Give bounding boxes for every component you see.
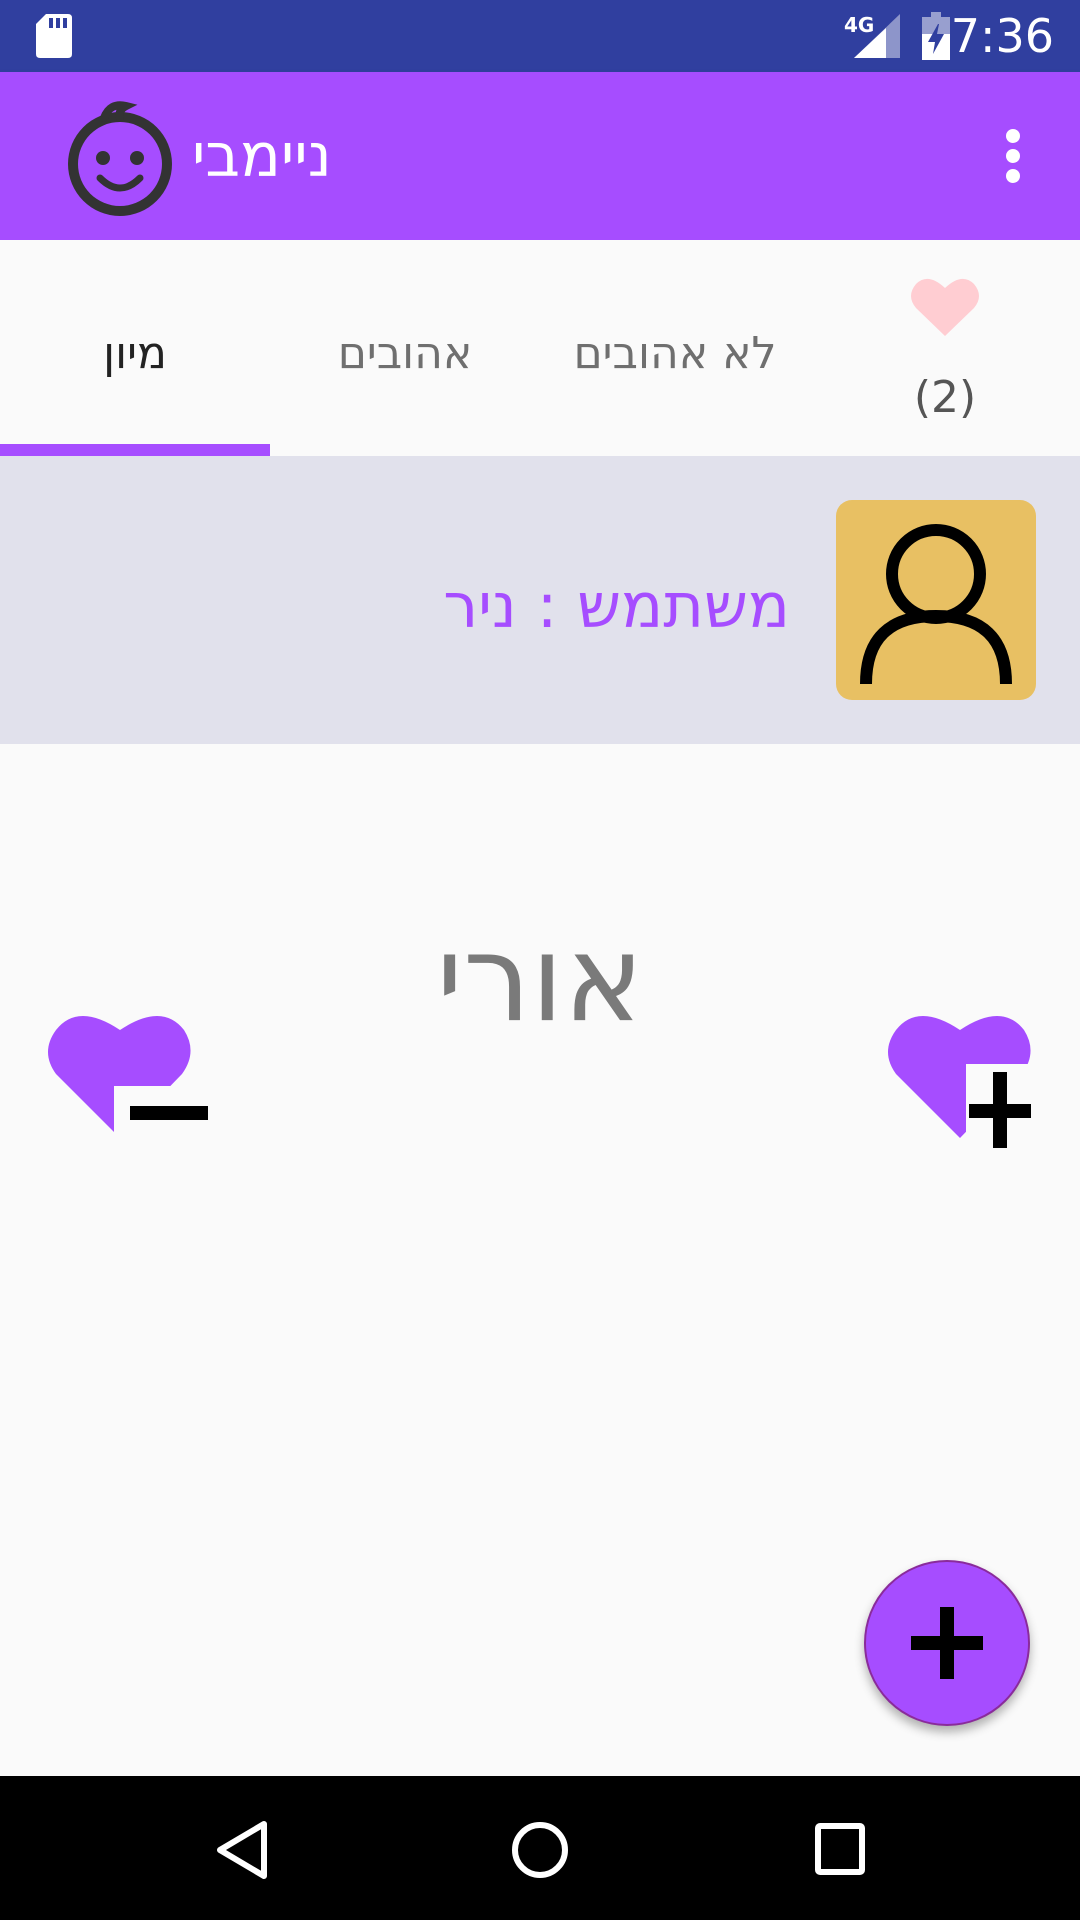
favorites-count: (2) [913, 372, 977, 423]
battery-charging-icon [922, 12, 950, 60]
tab-not-loved[interactable]: לא אהובים [540, 240, 810, 444]
baby-face-icon [68, 101, 172, 216]
person-icon [860, 524, 1012, 684]
tab-loved[interactable]: אהובים [270, 240, 540, 444]
add-name-button[interactable] [864, 1560, 1030, 1726]
back-icon[interactable] [214, 1820, 270, 1880]
tab-bar: מיון אהובים לא אהובים (2) [0, 240, 1080, 456]
user-label: משתמש : ניר [443, 569, 790, 642]
heart-icon [911, 278, 979, 336]
tab-not-loved-label: לא אהובים [573, 328, 777, 379]
tab-loved-label: אהובים [337, 328, 473, 379]
tab-sort-label: מיון [103, 328, 167, 379]
signal-icon [854, 14, 900, 58]
recents-icon[interactable] [814, 1822, 866, 1876]
user-card: משתמש : ניר [0, 456, 1080, 744]
home-icon[interactable] [510, 1820, 570, 1880]
avatar [836, 500, 1036, 700]
more-vert-icon[interactable] [998, 128, 1028, 184]
tab-indicator [0, 444, 270, 456]
status-bar: 4G 7:36 [0, 0, 1080, 72]
tab-sort[interactable]: מיון [0, 240, 270, 444]
nav-bar [0, 1776, 1080, 1920]
status-time: 7:36 [950, 9, 1054, 63]
current-name: אורי [436, 910, 644, 1049]
app-title: ניימבי [192, 121, 332, 191]
app-bar: ניימבי [0, 72, 1080, 240]
tab-favorites-count[interactable]: (2) [810, 240, 1080, 444]
heart-minus-icon[interactable] [48, 1008, 212, 1142]
plus-icon [911, 1607, 983, 1679]
heart-plus-icon[interactable] [888, 1008, 1034, 1148]
sd-card-icon [36, 14, 72, 58]
